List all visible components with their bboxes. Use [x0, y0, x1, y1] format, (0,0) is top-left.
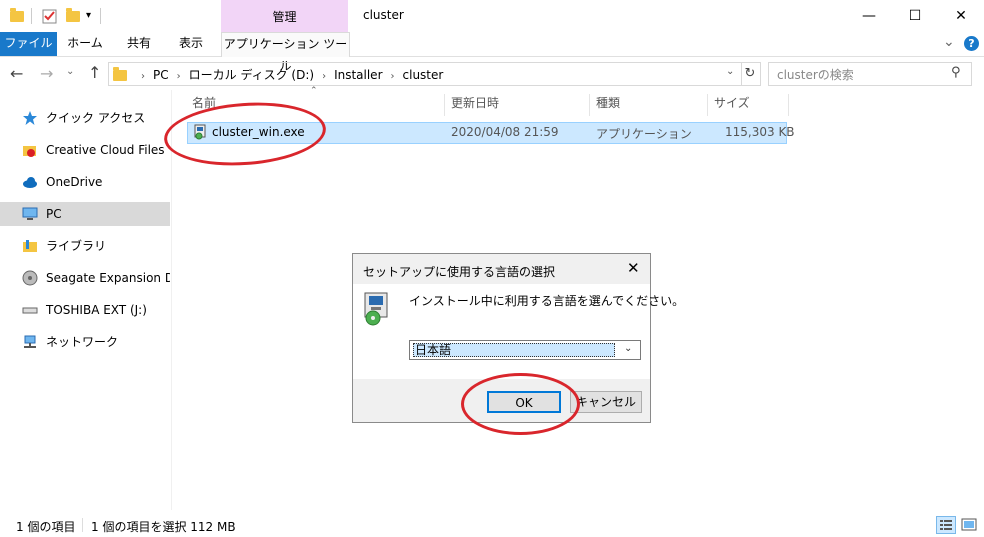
column-header-size[interactable]: サイズ	[714, 94, 750, 114]
search-placeholder: clusterの検索	[777, 68, 854, 82]
cancel-button[interactable]: キャンセル	[570, 391, 642, 413]
creative-cloud-folder-icon	[22, 142, 38, 158]
divider	[100, 8, 101, 24]
library-icon	[22, 238, 38, 254]
sidebar-item-onedrive[interactable]: OneDrive	[0, 170, 170, 194]
drive-icon	[22, 270, 38, 286]
file-type: アプリケーション	[596, 127, 692, 141]
title-bar	[0, 0, 984, 32]
customize-quick-access-icon[interactable]: ▾	[86, 10, 91, 21]
breadcrumb-item[interactable]: PC	[153, 68, 169, 82]
close-button[interactable]: ✕	[938, 0, 984, 32]
forward-arrow-icon[interactable]: →	[40, 64, 53, 83]
cloud-icon	[22, 174, 38, 190]
tab-application-tools[interactable]: アプリケーション ツール	[221, 32, 350, 73]
status-selection: 1 個の項目を選択 112 MB	[91, 520, 236, 534]
details-view-icon[interactable]	[936, 516, 956, 534]
tab-home[interactable]: ホーム	[60, 32, 110, 56]
sidebar-item-label: ライブラリ	[46, 239, 107, 253]
manage-context-tab[interactable]: 管理	[221, 0, 348, 32]
nav-pane-divider[interactable]	[171, 90, 172, 510]
status-item-count: 1 個の項目	[16, 520, 76, 534]
column-separator[interactable]	[707, 94, 708, 116]
properties-check-icon[interactable]	[42, 8, 58, 24]
help-icon[interactable]: ?	[964, 36, 979, 51]
annotation-ring	[461, 373, 580, 435]
chevron-down-icon[interactable]: ⌄	[624, 343, 632, 354]
chevron-down-icon[interactable]: ⌄	[726, 66, 734, 77]
dialog-title: セットアップに使用する言語の選択	[363, 265, 556, 279]
file-modified: 2020/04/08 21:59	[451, 125, 559, 139]
dialog-message: インストール中に利用する言語を選んでください。	[409, 294, 685, 308]
breadcrumb-item[interactable]: ローカル ディスク (D:)	[189, 68, 314, 82]
dialog-body: インストール中に利用する言語を選んでください。 日本語 ⌄	[353, 284, 684, 379]
sidebar-item-quick-access[interactable]: クイック アクセス	[0, 106, 170, 130]
search-icon[interactable]: ⚲	[951, 65, 961, 80]
language-select[interactable]: 日本語 ⌄	[409, 340, 641, 360]
column-header-type[interactable]: 種類	[596, 94, 620, 114]
sidebar-item-creative-cloud[interactable]: Creative Cloud Files	[0, 138, 170, 162]
sidebar-item-label: PC	[46, 207, 62, 221]
star-icon	[22, 110, 38, 126]
column-header-modified[interactable]: 更新日時	[451, 94, 499, 114]
network-icon	[22, 334, 38, 350]
sidebar-item-label: Creative Cloud Files	[46, 143, 165, 157]
column-separator[interactable]	[444, 94, 445, 116]
chevron-right-icon: ›	[322, 71, 327, 82]
breadcrumb[interactable]: › PC › ローカル ディスク (D:) › Installer › cluster	[133, 66, 443, 83]
sidebar-item-label: ネットワーク	[46, 335, 119, 349]
maximize-button[interactable]: ☐	[892, 0, 938, 32]
window-title: cluster	[363, 8, 404, 22]
annotation-ring	[162, 97, 328, 171]
tab-file[interactable]: ファイル	[0, 32, 57, 56]
sidebar-item-pc[interactable]: PC	[0, 202, 170, 226]
language-select-value: 日本語	[413, 343, 615, 357]
sidebar-item-toshiba[interactable]: TOSHIBA EXT (J:)	[0, 298, 170, 322]
sort-ascending-icon: ⌃	[310, 86, 318, 96]
large-icons-view-icon[interactable]	[960, 516, 978, 534]
chevron-right-icon: ›	[390, 71, 395, 82]
file-size: 115,303 KB	[725, 125, 795, 139]
breadcrumb-item[interactable]: Installer	[334, 68, 382, 82]
sidebar-item-label: Seagate Expansion Drive	[46, 271, 170, 285]
monitor-icon	[22, 206, 38, 222]
column-separator[interactable]	[788, 94, 789, 116]
sidebar-item-library[interactable]: ライブラリ	[0, 234, 170, 258]
refresh-icon[interactable]: ↻	[740, 62, 761, 86]
folder-icon[interactable]	[10, 8, 26, 24]
back-arrow-icon[interactable]: ←	[10, 64, 23, 83]
minimize-button[interactable]: —	[846, 0, 892, 32]
folder-icon	[113, 67, 129, 81]
sidebar-item-label: OneDrive	[46, 175, 103, 189]
column-separator[interactable]	[589, 94, 590, 116]
tab-share[interactable]: 共有	[116, 32, 162, 56]
sidebar-item-label: TOSHIBA EXT (J:)	[46, 303, 147, 317]
up-arrow-icon[interactable]: ↑	[88, 63, 101, 82]
sidebar-item-seagate[interactable]: Seagate Expansion Drive	[0, 266, 170, 290]
sidebar-item-label: クイック アクセス	[46, 111, 146, 125]
address-bar[interactable]: › PC › ローカル ディスク (D:) › Installer › cluster ⌄	[108, 62, 742, 86]
new-folder-icon[interactable]	[66, 8, 82, 24]
recent-locations-icon[interactable]: ⌄	[66, 66, 74, 77]
divider	[82, 518, 83, 532]
sidebar-item-network[interactable]: ネットワーク	[0, 330, 170, 354]
search-input[interactable]: clusterの検索 ⚲	[768, 62, 972, 86]
divider	[31, 8, 32, 24]
chevron-right-icon: ›	[176, 71, 181, 82]
dialog-close-icon[interactable]: ✕	[627, 259, 640, 277]
usb-drive-icon	[22, 302, 38, 318]
breadcrumb-item[interactable]: cluster	[403, 68, 444, 82]
tab-view[interactable]: 表示	[168, 32, 214, 56]
chevron-right-icon: ›	[141, 71, 145, 82]
installer-icon	[361, 292, 393, 326]
collapse-ribbon-icon[interactable]: ⌄	[943, 34, 955, 50]
